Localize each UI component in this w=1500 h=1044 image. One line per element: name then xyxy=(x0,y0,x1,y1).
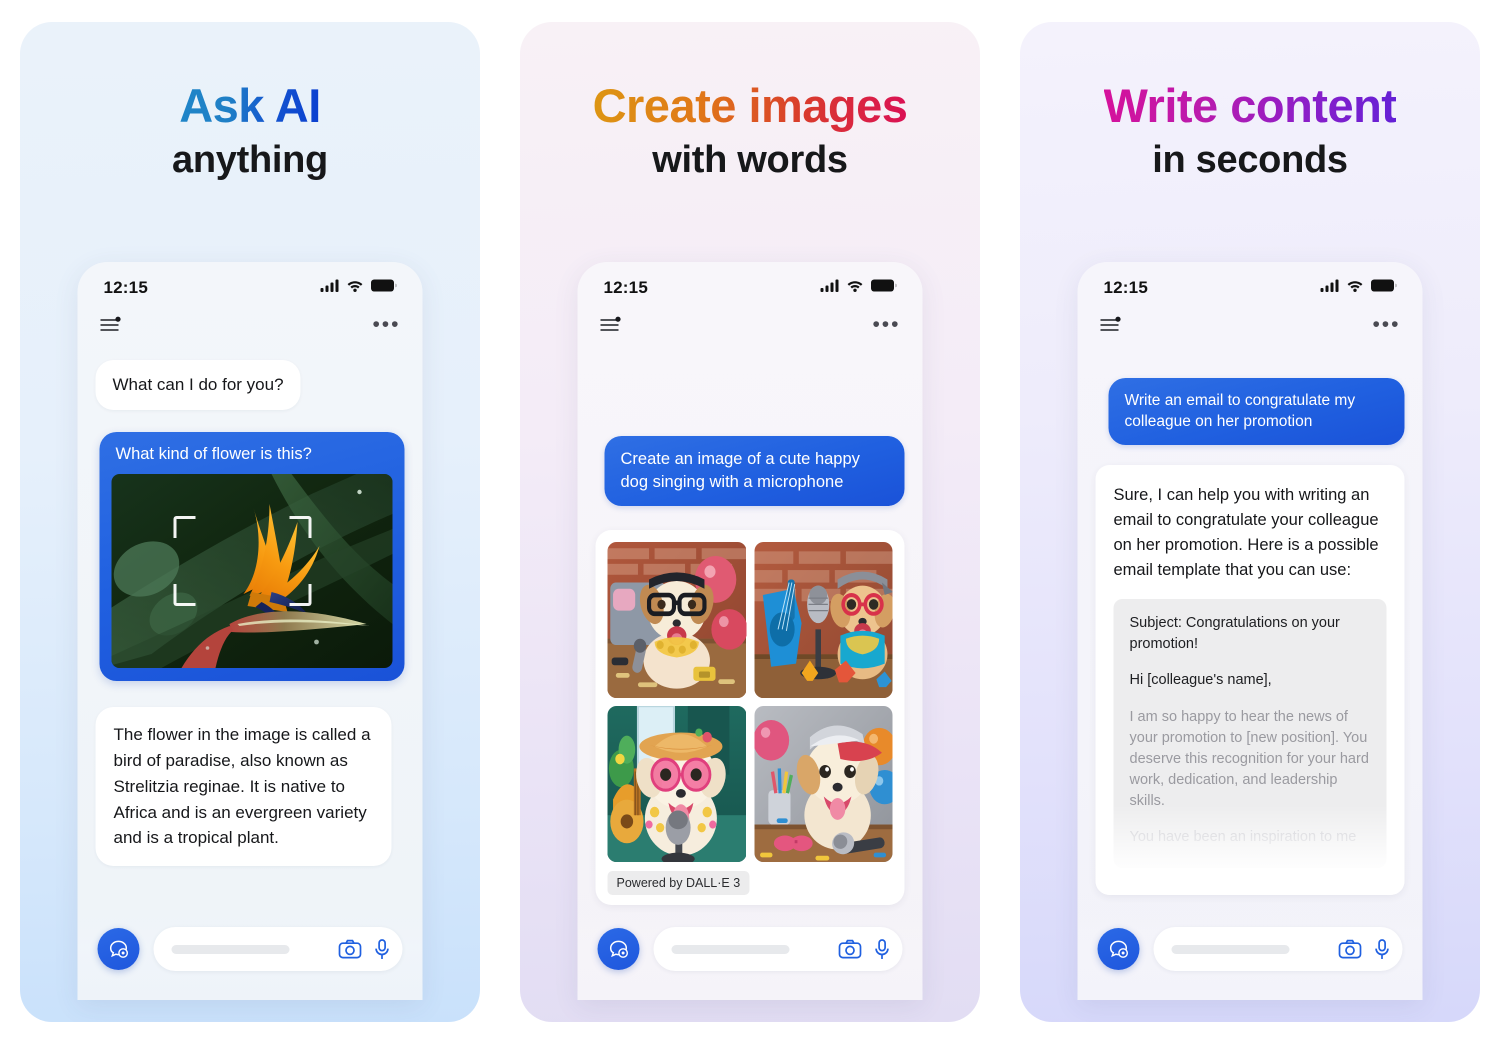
panel-write-content: Write content in seconds 12:15 ••• Write… xyxy=(1020,22,1480,1022)
microphone-icon[interactable] xyxy=(375,938,390,960)
powered-by-label: Powered by DALL·E 3 xyxy=(607,870,750,895)
message-input[interactable] xyxy=(1153,927,1403,971)
message-row: Powered by DALL·E 3 xyxy=(595,529,905,905)
composer-bar xyxy=(577,912,923,1000)
email-body-continued: You have been an inspiration to me xyxy=(1129,829,1357,846)
wifi-icon xyxy=(1347,279,1364,297)
flower-photo[interactable] xyxy=(111,474,393,669)
generated-images-card: Powered by DALL·E 3 xyxy=(595,529,905,905)
user-prompt-bubble: Write an email to congratulate my collea… xyxy=(1108,378,1405,445)
generated-image-1[interactable] xyxy=(607,541,746,698)
headline-primary: Ask AI xyxy=(179,79,321,132)
message-row: Write an email to congratulate my collea… xyxy=(1096,378,1405,445)
camera-icon[interactable] xyxy=(838,939,862,959)
message-row: Create an image of a cute happy dog sing… xyxy=(596,436,905,506)
bot-answer-card: Sure, I can help you with writing an ema… xyxy=(1095,464,1405,895)
email-subject: Subject: Congratulations on your promoti… xyxy=(1129,615,1340,653)
signal-bars-icon xyxy=(320,279,340,297)
status-indicators xyxy=(320,279,397,297)
generated-image-3[interactable] xyxy=(607,705,746,862)
chat-thread-2: Create an image of a cute happy dog sing… xyxy=(578,346,923,936)
chat-thread-3: Write an email to congratulate my collea… xyxy=(1078,346,1423,936)
generated-image-2[interactable] xyxy=(754,541,893,698)
bot-intro-text: Sure, I can help you with writing an ema… xyxy=(1113,485,1379,579)
chat-assistant-icon[interactable] xyxy=(97,928,140,970)
chat-thread-1: What can I do for you? What kind of flow… xyxy=(78,346,423,936)
chat-assistant-icon[interactable] xyxy=(597,928,640,970)
phone-nav-row: ••• xyxy=(578,304,923,346)
focus-brackets-overlay xyxy=(112,474,393,668)
panel-create-images: Create images with words 12:15 ••• Creat… xyxy=(520,22,980,1022)
microphone-icon[interactable] xyxy=(1375,938,1390,960)
camera-icon[interactable] xyxy=(1338,939,1362,959)
bot-answer-bubble: The flower in the image is called a bird… xyxy=(95,707,392,867)
microphone-icon[interactable] xyxy=(875,938,890,960)
panel-1-headline: Ask AI anything xyxy=(20,22,480,181)
phone-nav-row: ••• xyxy=(78,304,423,346)
status-bar: 12:15 xyxy=(1078,262,1423,304)
phone-mockup-2: 12:15 ••• Create an image of a cute happ… xyxy=(577,262,923,1000)
more-options-icon[interactable]: ••• xyxy=(1372,314,1400,335)
phone-mockup-3: 12:15 ••• Write an email to congratulate… xyxy=(1077,262,1423,1000)
battery-full-icon xyxy=(871,279,897,297)
status-bar: 12:15 xyxy=(78,262,423,304)
headline-primary: Create images xyxy=(592,79,908,132)
battery-full-icon xyxy=(1371,279,1397,297)
wifi-icon xyxy=(847,279,864,297)
status-clock: 12:15 xyxy=(103,278,148,297)
composer-actions xyxy=(838,938,890,960)
composer-bar xyxy=(1077,912,1423,1000)
headline-secondary: in seconds xyxy=(1152,138,1348,181)
status-indicators xyxy=(1320,279,1397,297)
composer-actions xyxy=(338,938,390,960)
generated-image-4[interactable] xyxy=(754,705,893,862)
headline-primary: Write content xyxy=(1103,79,1397,132)
user-caption: What kind of flower is this? xyxy=(115,445,312,464)
email-salutation: Hi [colleague's name], xyxy=(1129,672,1272,689)
composer-bar xyxy=(77,912,423,1000)
more-options-icon[interactable]: ••• xyxy=(372,314,400,335)
message-row: What kind of flower is this? xyxy=(96,432,405,682)
more-options-icon[interactable]: ••• xyxy=(872,314,900,335)
camera-icon[interactable] xyxy=(338,939,362,959)
phone-nav-row: ••• xyxy=(1078,304,1423,346)
panel-3-headline: Write content in seconds xyxy=(1020,22,1480,181)
list-settings-icon[interactable] xyxy=(1100,316,1122,334)
signal-bars-icon xyxy=(820,279,840,297)
user-prompt-bubble: Create an image of a cute happy dog sing… xyxy=(604,436,905,506)
input-placeholder xyxy=(671,944,790,954)
message-row: Sure, I can help you with writing an ema… xyxy=(1095,464,1405,895)
panel-2-headline: Create images with words xyxy=(520,22,980,181)
signal-bars-icon xyxy=(1320,279,1340,297)
headline-secondary: anything xyxy=(172,138,328,181)
message-row: The flower in the image is called a bird… xyxy=(95,707,405,867)
composer-actions xyxy=(1338,938,1390,960)
user-photo-message: What kind of flower is this? xyxy=(99,432,405,682)
input-placeholder xyxy=(1171,944,1290,954)
marketing-screenshot-set: Ask AI anything 12:15 ••• What can I do … xyxy=(0,0,1500,1044)
phone-mockup-1: 12:15 ••• What can I do for you? What ki… xyxy=(77,262,423,1000)
bot-greeting-bubble: What can I do for you? xyxy=(95,360,301,411)
input-placeholder xyxy=(171,944,290,954)
panel-ask-ai: Ask AI anything 12:15 ••• What can I do … xyxy=(20,22,480,1022)
list-settings-icon[interactable] xyxy=(600,316,622,334)
message-input[interactable] xyxy=(653,927,903,971)
message-input[interactable] xyxy=(153,927,403,971)
chat-assistant-icon[interactable] xyxy=(1097,928,1140,970)
status-clock: 12:15 xyxy=(603,278,648,297)
message-row: What can I do for you? xyxy=(95,360,405,411)
headline-secondary: with words xyxy=(652,138,848,181)
status-indicators xyxy=(820,279,897,297)
image-grid xyxy=(607,541,893,862)
status-bar: 12:15 xyxy=(578,262,923,304)
status-clock: 12:15 xyxy=(1103,278,1148,297)
email-template-box[interactable]: Subject: Congratulations on your promoti… xyxy=(1113,599,1387,869)
battery-full-icon xyxy=(371,279,397,297)
list-settings-icon[interactable] xyxy=(100,316,122,334)
wifi-icon xyxy=(347,279,364,297)
email-body: I am so happy to hear the news of your p… xyxy=(1129,708,1369,810)
